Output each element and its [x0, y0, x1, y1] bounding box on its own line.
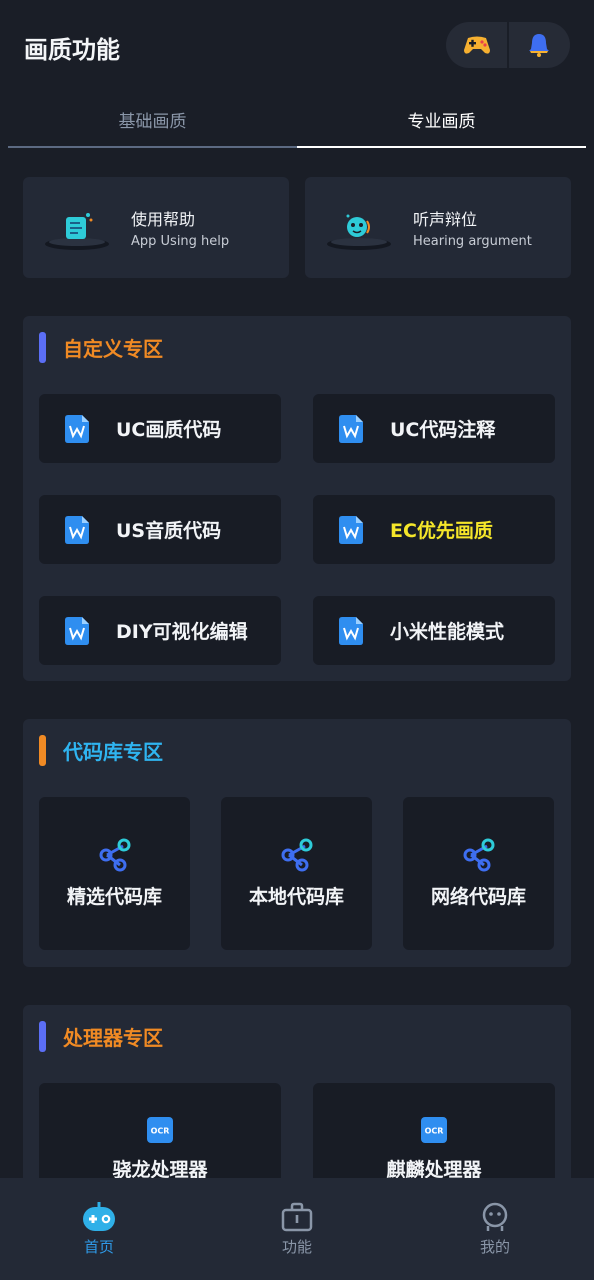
tab-pro-quality[interactable]: 专业画质: [297, 92, 586, 146]
document-icon: [339, 616, 363, 645]
share-icon: [281, 838, 312, 872]
help-cards-row: 使用帮助 App Using help 听声辩位 Hearing argumen…: [23, 177, 571, 278]
section-accent-bar: [39, 1021, 46, 1052]
help-card-usage-title: 使用帮助: [131, 210, 196, 229]
quality-tabs: 基础画质 专业画质: [8, 92, 586, 148]
share-icon: [463, 838, 494, 872]
profile-icon: [482, 1202, 508, 1231]
nav-home-label: 首页: [83, 1238, 114, 1256]
uc-quality-code-button[interactable]: UC画质代码: [39, 394, 281, 463]
button-label: DIY可视化编辑: [116, 621, 248, 643]
nav-profile-label: 我的: [479, 1238, 510, 1256]
toolbox-icon: [281, 1202, 313, 1232]
hearing-icon: [305, 177, 413, 278]
document-icon: [65, 616, 89, 645]
diy-visual-edit-button[interactable]: DIY可视化编辑: [39, 596, 281, 665]
button-label: UC画质代码: [116, 419, 222, 441]
nav-functions-label: 功能: [281, 1238, 312, 1256]
button-label: 小米性能模式: [390, 621, 505, 643]
button-label: US音质代码: [116, 520, 222, 542]
document-icon: [339, 515, 363, 544]
bell-icon: [529, 34, 550, 57]
page-title: 画质功能: [24, 36, 120, 64]
featured-library-button[interactable]: 精选代码库: [39, 797, 190, 950]
help-card-hearing[interactable]: 听声辩位 Hearing argument: [305, 177, 571, 278]
bottom-navigation: 首页 功能 我的: [0, 1178, 594, 1280]
library-label: 精选代码库: [66, 886, 162, 908]
document-icon: [65, 414, 89, 443]
nav-functions[interactable]: 功能: [198, 1178, 396, 1280]
app-screen: 画质功能 基础画质 专业画质 使用帮助 App Using help 听声辩位 …: [0, 0, 594, 1280]
tab-basic-quality[interactable]: 基础画质: [8, 92, 297, 146]
section-accent-bar: [39, 332, 46, 363]
uc-code-notes-button[interactable]: UC代码注释: [313, 394, 555, 463]
button-label: EC优先画质: [390, 520, 493, 542]
help-book-icon: [23, 177, 131, 278]
share-icon: [99, 838, 130, 872]
help-card-hearing-title: 听声辩位: [413, 210, 478, 229]
xiaomi-performance-button[interactable]: 小米性能模式: [313, 596, 555, 665]
library-label: 本地代码库: [248, 886, 344, 908]
button-label: UC代码注释: [390, 419, 496, 441]
ocr-icon: OCR: [421, 1117, 447, 1143]
tab-underline-active: [297, 146, 586, 148]
local-library-button[interactable]: 本地代码库: [221, 797, 372, 950]
section-library: 代码库专区 精选代码库 本地代码库 网络代码库: [23, 719, 571, 967]
section-processor: 处理器专区 OCR 骁龙处理器 OCR 麒麟处理器: [23, 1005, 571, 1205]
top-header: 画质功能: [0, 0, 594, 92]
library-label: 网络代码库: [430, 886, 526, 908]
nav-profile[interactable]: 我的: [396, 1178, 594, 1280]
help-card-usage-subtitle: App Using help: [131, 234, 230, 249]
ec-priority-quality-button[interactable]: EC优先画质: [313, 495, 555, 564]
section-title: 自定义专区: [63, 336, 163, 361]
svg-text:OCR: OCR: [425, 1127, 444, 1136]
section-custom: 自定义专区 UC画质代码 UC代码注释 US音质代码 EC优先画质 DIY可视化…: [23, 316, 571, 681]
document-icon: [65, 515, 89, 544]
tab-underline-inactive: [8, 146, 297, 148]
section-accent-bar: [39, 735, 46, 766]
document-icon: [339, 414, 363, 443]
home-robot-icon: [83, 1202, 115, 1231]
section-title: 代码库专区: [63, 739, 163, 764]
nav-home[interactable]: 首页: [0, 1178, 198, 1280]
help-card-usage[interactable]: 使用帮助 App Using help: [23, 177, 289, 278]
header-icon-group: [446, 22, 570, 68]
svg-text:OCR: OCR: [151, 1127, 170, 1136]
gamepad-button[interactable]: [446, 22, 507, 68]
ocr-icon: OCR: [147, 1117, 173, 1143]
gamepad-icon: [463, 36, 490, 54]
network-library-button[interactable]: 网络代码库: [403, 797, 554, 950]
notification-button[interactable]: [509, 22, 570, 68]
section-title: 处理器专区: [63, 1025, 163, 1050]
help-card-hearing-subtitle: Hearing argument: [413, 234, 532, 249]
us-audio-code-button[interactable]: US音质代码: [39, 495, 281, 564]
